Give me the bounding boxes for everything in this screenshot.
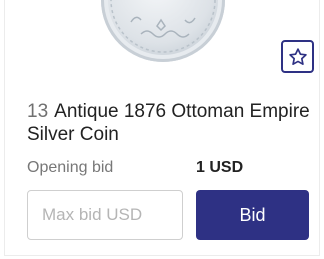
- bid-button[interactable]: Bid: [196, 190, 309, 240]
- opening-bid-value: 1 USD: [196, 159, 244, 176]
- lot-number: 13: [27, 101, 49, 122]
- max-bid-input[interactable]: [27, 190, 183, 240]
- lot-card: 13 Antique 1876 Ottoman Empire Silver Coi…: [4, 0, 320, 256]
- watch-button[interactable]: [281, 40, 314, 73]
- opening-bid-label: Opening bid: [27, 159, 114, 176]
- coin-engraving: [110, 0, 216, 53]
- lot-heading: 13 Antique 1876 Ottoman Empire Silver Coi…: [27, 100, 317, 146]
- coin-image[interactable]: [101, 0, 225, 62]
- star-outline-icon: [288, 47, 307, 65]
- lot-title[interactable]: Antique 1876 Ottoman Empire Silver Coin: [27, 101, 310, 145]
